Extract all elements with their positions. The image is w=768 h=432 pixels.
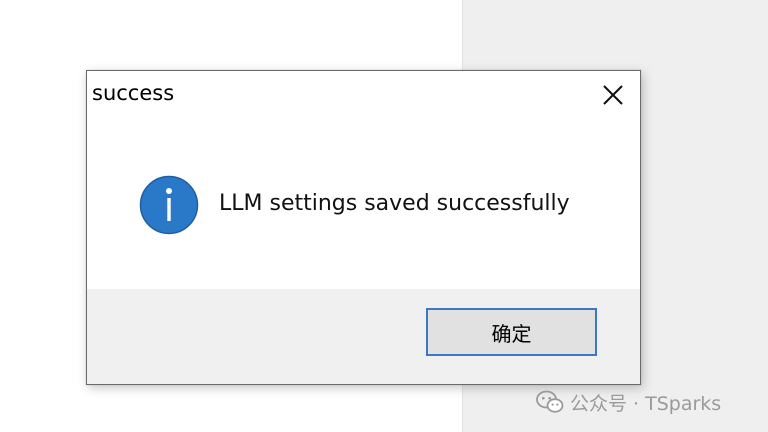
dialog-title-bar[interactable]: success	[87, 71, 640, 119]
dialog-content: LLM settings saved successfully	[87, 119, 640, 289]
dialog-footer: 确定	[87, 289, 640, 384]
wechat-logo-icon	[536, 390, 564, 413]
watermark: 公众号 · TSparks	[536, 388, 721, 416]
message-dialog: success LLM settings saved successfully …	[86, 70, 641, 385]
dialog-title: success	[92, 81, 175, 105]
ok-button[interactable]: 确定	[426, 308, 597, 356]
dialog-message: LLM settings saved successfully	[219, 191, 570, 216]
close-button[interactable]	[594, 77, 632, 113]
close-icon	[603, 85, 623, 105]
info-icon	[139, 175, 199, 235]
watermark-text: 公众号 · TSparks	[570, 392, 722, 415]
desktop: success LLM settings saved successfully …	[0, 0, 768, 432]
